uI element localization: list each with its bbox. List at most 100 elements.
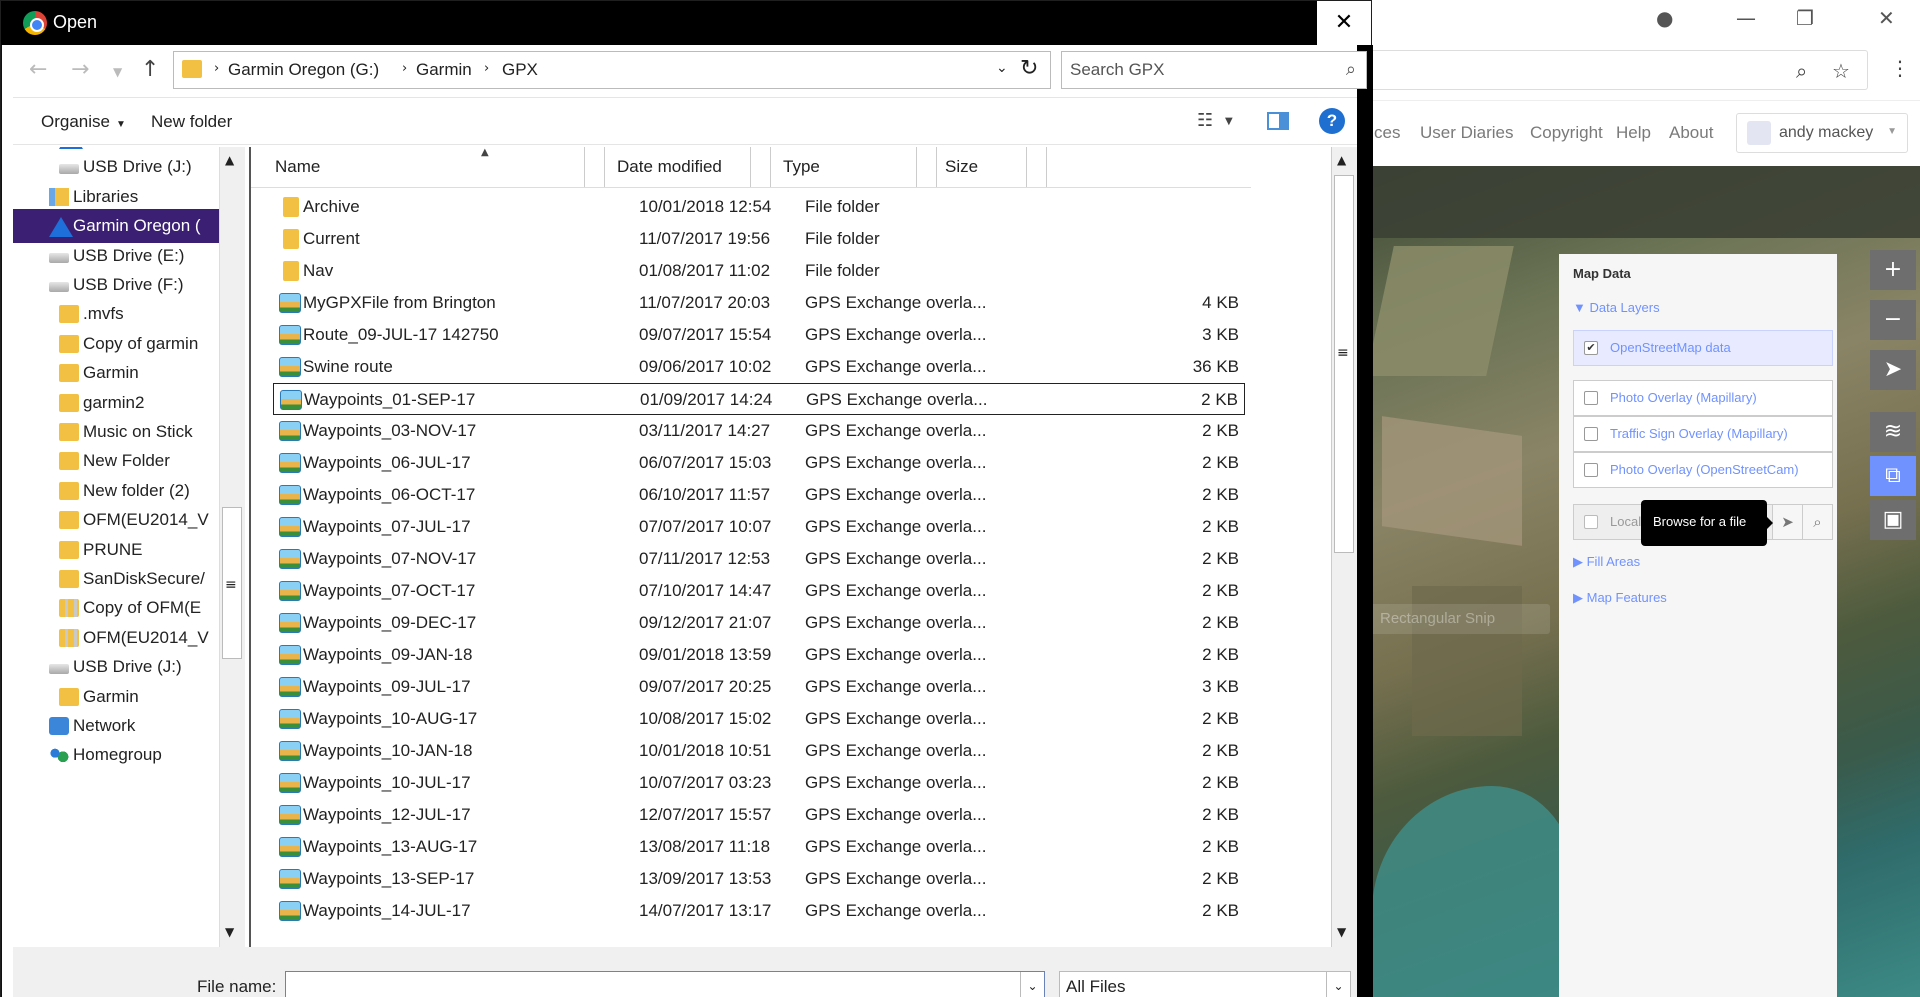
browser-menu-icon[interactable]: ⋮ xyxy=(1890,56,1910,80)
nav-item[interactable]: Homegroup xyxy=(13,738,223,772)
file-row[interactable]: Waypoints_09-DEC-17 09/12/2017 21:07 GPS E… xyxy=(273,607,1245,639)
breadcrumb-separator-icon[interactable]: › xyxy=(484,61,489,76)
folder-row[interactable]: Archive 10/01/2018 12:54 File folder xyxy=(273,191,1245,223)
column-divider[interactable] xyxy=(917,147,937,187)
fill-areas-toggle[interactable]: ▶ Fill Areas xyxy=(1573,554,1640,570)
file-row[interactable]: Waypoints_10-JUL-17 10/07/2017 03:23 GPS E… xyxy=(273,767,1245,799)
data-layers-toggle[interactable]: ▼ Data Layers xyxy=(1573,300,1660,315)
file-name-input[interactable] xyxy=(290,975,1010,997)
file-name-combo[interactable]: ⌄ xyxy=(285,971,1045,997)
minimize-icon[interactable]: — xyxy=(1736,6,1756,30)
column-header-date[interactable]: Date modified xyxy=(605,147,751,187)
refresh-icon[interactable]: ↻ xyxy=(1020,56,1038,81)
back-arrow-icon[interactable]: ← xyxy=(29,57,47,82)
new-folder-button[interactable]: New folder xyxy=(151,112,232,132)
checkbox-checked[interactable]: ✔ xyxy=(1584,341,1598,355)
column-divider[interactable] xyxy=(751,147,771,187)
forward-arrow-icon[interactable]: → xyxy=(71,57,89,82)
file-row[interactable]: Waypoints_10-AUG-17 10/08/2017 15:02 GPS E… xyxy=(273,703,1245,735)
map-features-toggle[interactable]: ▶ Map Features xyxy=(1573,590,1667,606)
window-close-icon[interactable]: ✕ xyxy=(1878,6,1895,30)
file-row[interactable]: Waypoints_07-OCT-17 07/10/2017 14:47 GPS E… xyxy=(273,575,1245,607)
nav-link-user-diaries[interactable]: User Diaries xyxy=(1420,123,1514,143)
geolocate-button[interactable]: ➤ xyxy=(1870,350,1916,390)
breadcrumb-drive[interactable]: Garmin Oregon (G:) xyxy=(228,60,379,80)
checkbox[interactable] xyxy=(1584,427,1598,441)
profile-icon[interactable]: ● xyxy=(1656,6,1673,30)
checkbox[interactable] xyxy=(1584,391,1598,405)
file-row[interactable]: Route_09-JUL-17 142750 09/07/2017 15:54 GP… xyxy=(273,319,1245,351)
scroll-thumb[interactable] xyxy=(1334,175,1354,553)
file-row[interactable]: Waypoints_14-JUL-17 14/07/2017 13:17 GPS E… xyxy=(273,895,1245,927)
user-menu[interactable]: andy mackey ▼ xyxy=(1736,113,1908,153)
layer-photo-overlay-openstreetcam[interactable]: Photo Overlay (OpenStreetCam) xyxy=(1573,452,1833,488)
file-row[interactable]: Waypoints_09-JUL-17 09/07/2017 20:25 GPS E… xyxy=(273,671,1245,703)
view-options-icon[interactable]: ☷ xyxy=(1197,110,1213,131)
zoom-out-button[interactable]: − xyxy=(1870,300,1916,340)
scroll-down-icon[interactable]: ▼ xyxy=(1337,925,1346,939)
breadcrumb-garmin[interactable]: Garmin xyxy=(416,60,472,80)
column-header-name[interactable]: Name xyxy=(251,147,585,187)
checkbox[interactable] xyxy=(1584,463,1598,477)
up-arrow-icon[interactable]: ↑ xyxy=(141,57,159,82)
file-row[interactable]: MyGPXFile from Brington 11/07/2017 20:03 G… xyxy=(273,287,1245,319)
chevron-down-icon[interactable]: ⌄ xyxy=(996,60,1008,76)
layer-photo-overlay-mapillary[interactable]: Photo Overlay (Mapillary) xyxy=(1573,380,1833,416)
file-row[interactable]: Waypoints_01-SEP-17 01/09/2017 14:24 GPS E… xyxy=(273,383,1245,415)
file-row[interactable]: Waypoints_09-JAN-18 09/01/2018 13:59 GPS E… xyxy=(273,639,1245,671)
folder-row[interactable]: Nav 01/08/2017 11:02 File folder xyxy=(273,255,1245,287)
nav-link-about[interactable]: About xyxy=(1669,123,1713,143)
search-box[interactable]: ⌕ xyxy=(1061,51,1367,89)
search-icon[interactable]: ⌕ xyxy=(1346,59,1356,80)
file-row[interactable]: Waypoints_12-JUL-17 12/07/2017 15:57 GPS E… xyxy=(273,799,1245,831)
file-row[interactable]: Waypoints_06-OCT-17 06/10/2017 11:57 GPS E… xyxy=(273,479,1245,511)
file-row[interactable]: Waypoints_13-AUG-17 13/08/2017 11:18 GPS E… xyxy=(273,831,1245,863)
file-row[interactable]: Waypoints_06-JUL-17 06/07/2017 15:03 GPS E… xyxy=(273,447,1245,479)
layer-openstreetmap-data[interactable]: ✔ OpenStreetMap data xyxy=(1573,330,1833,366)
breadcrumb-gpx[interactable]: GPX xyxy=(502,60,538,80)
map-data-button[interactable]: ⧉ xyxy=(1870,456,1916,496)
file-row[interactable]: Waypoints_07-NOV-17 07/11/2017 12:53 GPS E… xyxy=(273,543,1245,575)
address-bar[interactable]: › Garmin Oregon (G:) › Garmin › GPX ⌄ ↻ xyxy=(173,51,1051,89)
scroll-up-icon[interactable]: ▲ xyxy=(225,153,234,167)
help-button[interactable]: ? xyxy=(1319,108,1345,134)
bookmark-star-icon[interactable]: ☆ xyxy=(1832,59,1850,83)
file-row[interactable]: Swine route 09/06/2017 10:02 GPS Exchange … xyxy=(273,351,1245,383)
restore-icon[interactable]: ❐ xyxy=(1796,6,1814,30)
checkbox[interactable] xyxy=(1584,515,1598,529)
chevron-down-icon[interactable]: ⌄ xyxy=(1326,972,1350,997)
preview-pane-icon[interactable] xyxy=(1267,112,1289,130)
search-icon[interactable]: ⌕ xyxy=(1802,505,1832,539)
zoom-to-data-icon[interactable]: ➤ xyxy=(1772,505,1802,539)
breadcrumb-separator-icon[interactable]: › xyxy=(214,61,219,76)
file-list-scrollbar[interactable]: ▲ ≡ ▼ xyxy=(1331,147,1357,947)
file-type-select[interactable]: All Files ⌄ xyxy=(1059,971,1351,997)
issues-button[interactable]: ▣ xyxy=(1870,500,1916,540)
layer-traffic-sign-overlay[interactable]: Traffic Sign Overlay (Mapillary) xyxy=(1573,416,1833,452)
zoom-icon[interactable]: ⌕ xyxy=(1796,59,1807,83)
close-button[interactable]: ✕ xyxy=(1317,1,1371,45)
file-row[interactable]: Waypoints_13-SEP-17 13/09/2017 13:53 GPS E… xyxy=(273,863,1245,895)
file-row[interactable]: Waypoints_03-NOV-17 03/11/2017 14:27 GPS E… xyxy=(273,415,1245,447)
chevron-down-icon[interactable]: ⌄ xyxy=(1020,972,1044,997)
nav-link-help[interactable]: Help xyxy=(1616,123,1651,143)
recent-locations-icon[interactable]: ▼ xyxy=(113,65,122,79)
search-input[interactable] xyxy=(1070,58,1330,82)
scroll-up-icon[interactable]: ▲ xyxy=(1337,153,1346,167)
file-row[interactable]: Waypoints_07-JUL-17 07/07/2017 10:07 GPS E… xyxy=(273,511,1245,543)
nav-link-traces[interactable]: ces xyxy=(1374,123,1400,143)
breadcrumb-separator-icon[interactable]: › xyxy=(402,61,407,76)
scroll-down-icon[interactable]: ▼ xyxy=(225,925,234,939)
nav-link-copyright[interactable]: Copyright xyxy=(1530,123,1603,143)
column-divider[interactable] xyxy=(1027,147,1047,187)
omnibox[interactable]: ⌕ ☆ xyxy=(1372,50,1868,90)
column-header-type[interactable]: Type xyxy=(771,147,917,187)
nav-pane-scrollbar[interactable]: ▲ ≡ ▼ xyxy=(219,147,245,947)
column-header-size[interactable]: Size xyxy=(937,147,1027,187)
chevron-down-icon[interactable]: ▼ xyxy=(1225,116,1233,127)
zoom-in-button[interactable]: + xyxy=(1870,250,1916,290)
file-row[interactable]: Waypoints_10-JAN-18 10/01/2018 10:51 GPS E… xyxy=(273,735,1245,767)
column-divider[interactable] xyxy=(585,147,605,187)
background-layers-button[interactable]: ≋ xyxy=(1870,412,1916,452)
organise-button[interactable]: Organise ▼ xyxy=(41,112,126,132)
